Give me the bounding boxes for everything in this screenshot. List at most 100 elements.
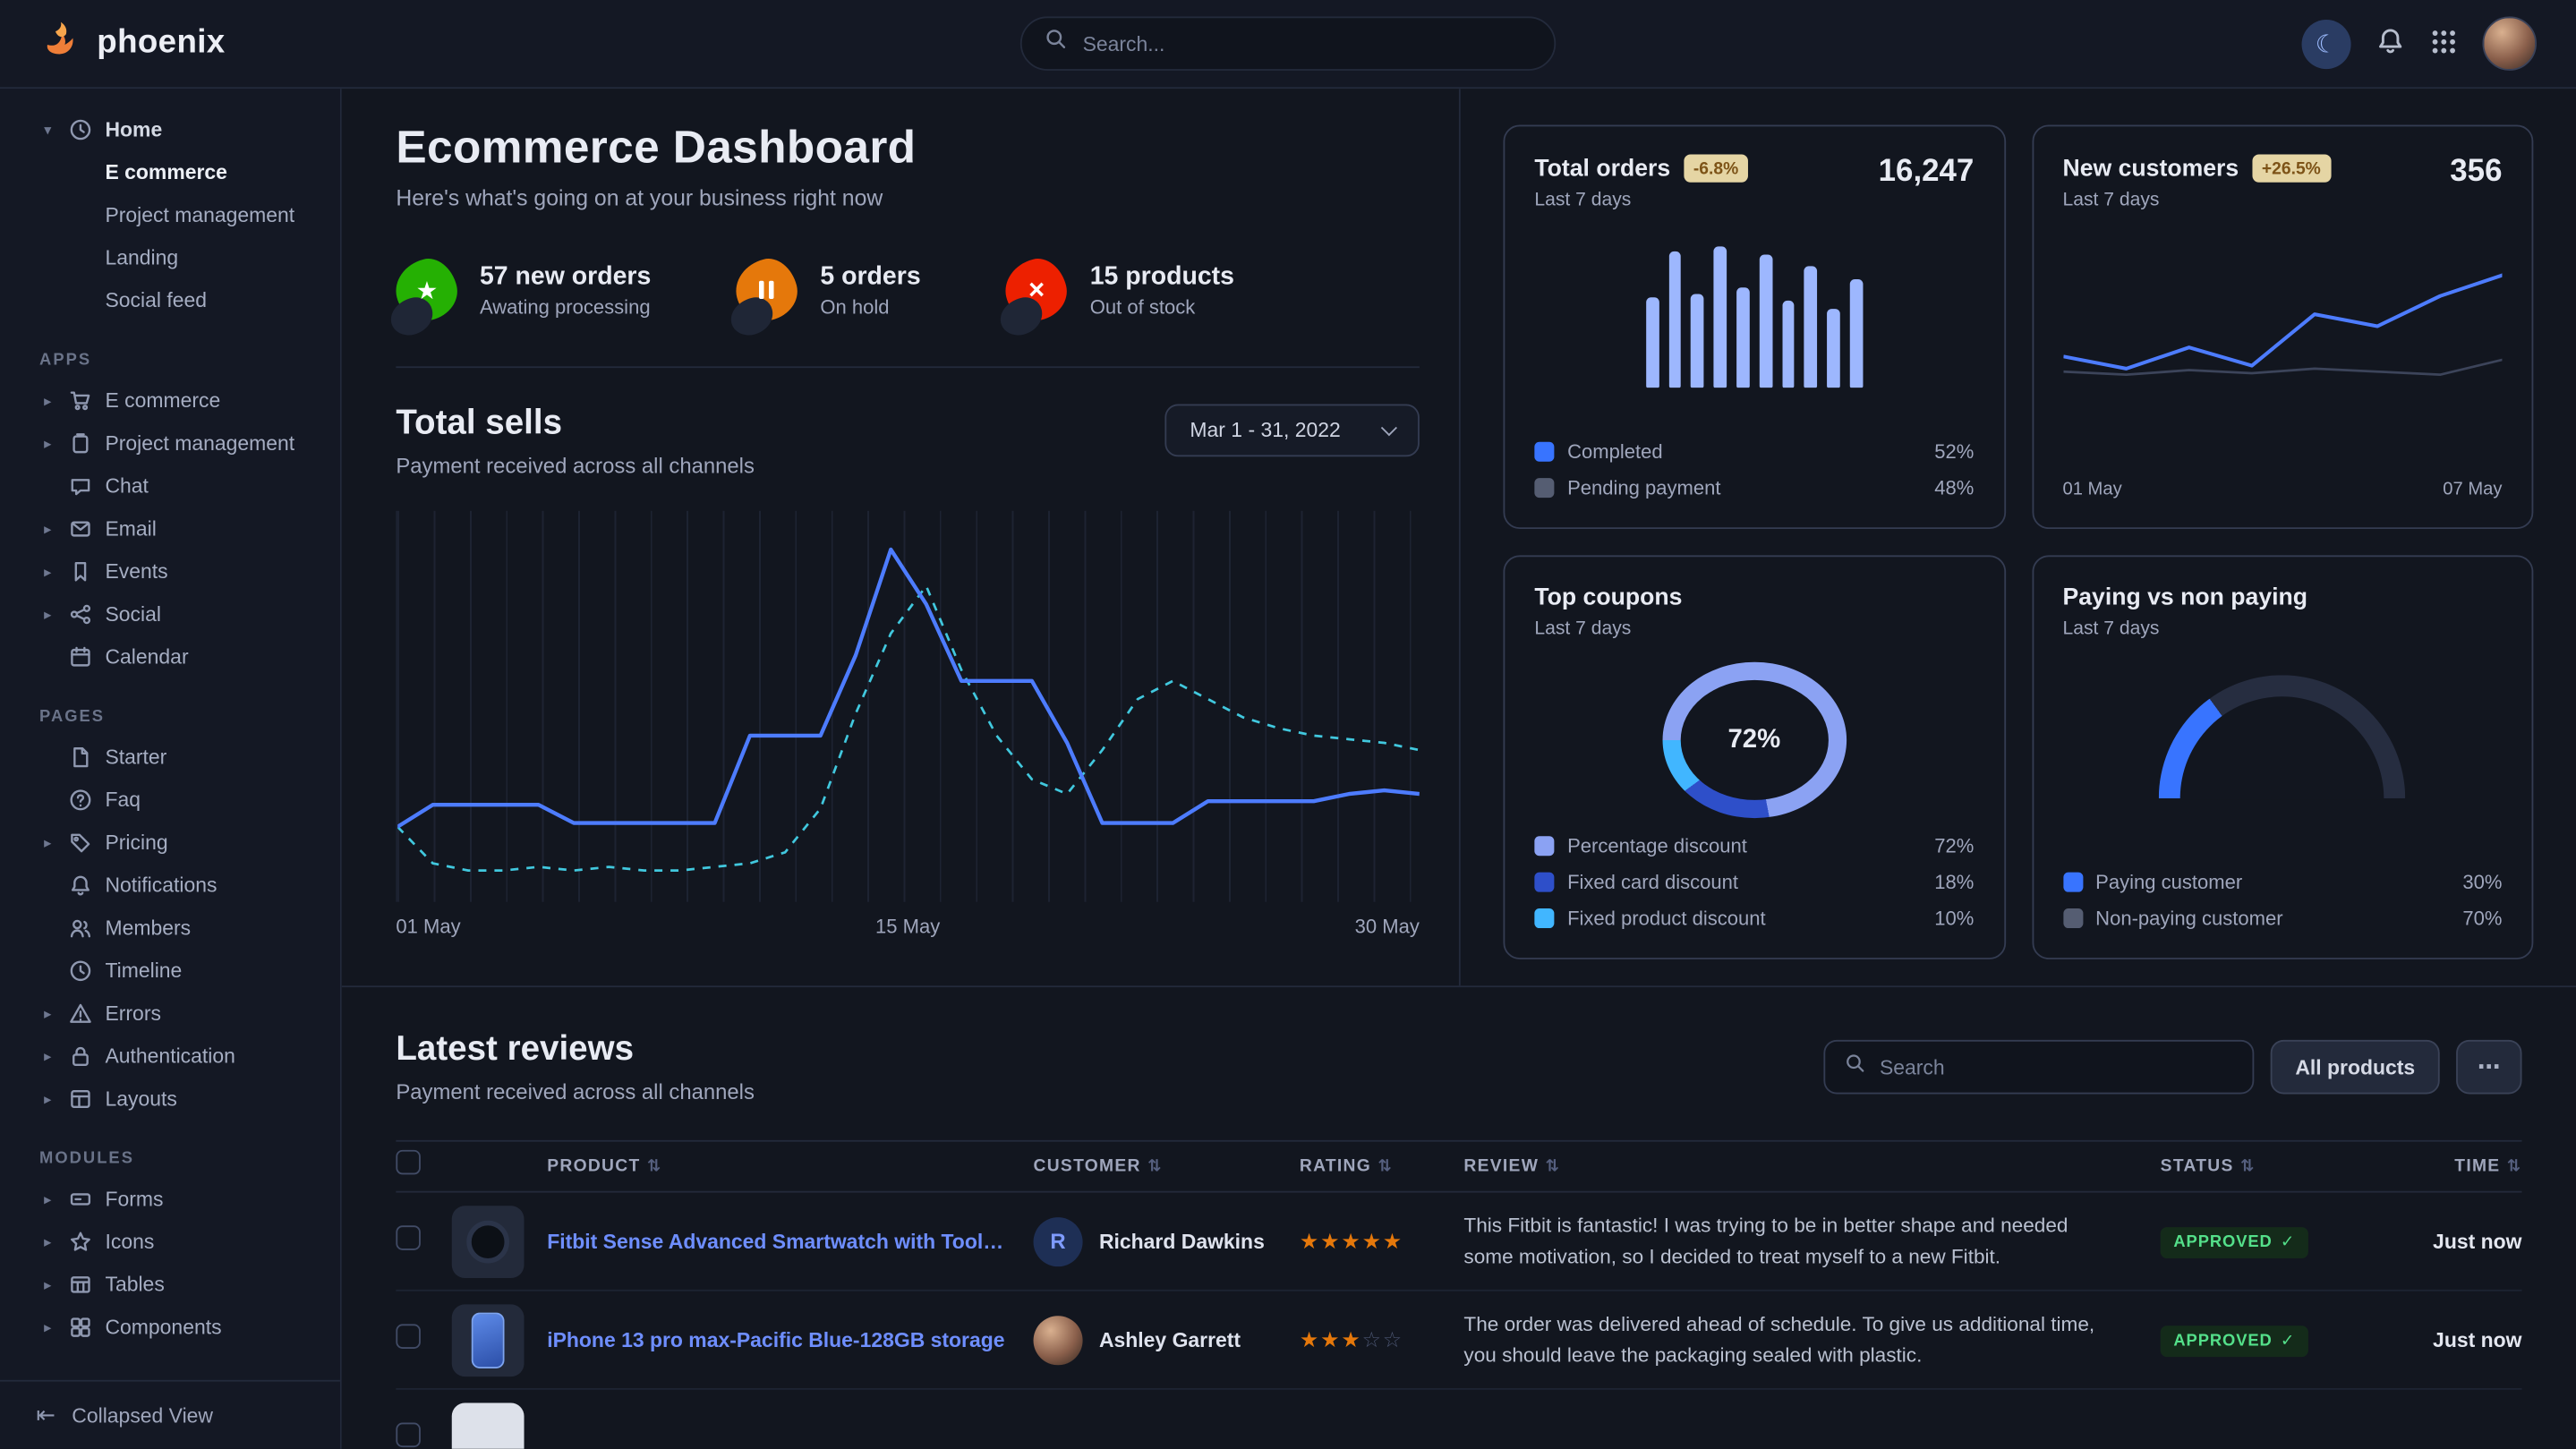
date-range-select[interactable]: Mar 1 - 31, 2022 [1165,405,1420,457]
sidebar-item-pricing[interactable]: ▸ Pricing [0,822,340,865]
apps-grid-icon [2430,27,2458,60]
page-title: Ecommerce Dashboard [396,122,1420,175]
user-avatar[interactable] [2482,16,2537,71]
star-filled-icon: ★ [1341,1228,1361,1253]
brand-logo[interactable]: phoenix [39,18,226,69]
global-search[interactable] [1020,16,1556,71]
search-input[interactable] [1083,32,1531,55]
users-icon [69,916,92,940]
sidebar-item-errors[interactable]: ▸ Errors [0,993,340,1036]
divider [396,366,1420,368]
reviews-search[interactable] [1824,1040,2255,1095]
column-header-rating[interactable]: RATING⇅ [1300,1156,1464,1176]
notifications-button[interactable] [2376,26,2405,61]
close-badge-icon: × [1000,253,1073,327]
row-checkbox[interactable] [396,1323,421,1348]
components-icon [69,1316,92,1339]
all-products-button[interactable]: All products [2271,1040,2440,1095]
sidebar-item-chat[interactable]: Chat [0,465,340,507]
share-icon [69,603,92,626]
sidebar-item-icons[interactable]: ▸ Icons [0,1221,340,1264]
column-header-product[interactable]: PRODUCT⇅ [547,1156,1033,1176]
sidebar-item-faq[interactable]: Faq [0,779,340,822]
table-row-partial [396,1390,2521,1449]
star-filled-icon: ★ [1341,1326,1361,1351]
form-input-icon [69,1188,92,1211]
sort-icon: ⇅ [2240,1157,2256,1175]
sidebar-item-authentication[interactable]: ▸ Authentication [0,1035,340,1078]
sidebar-section-pages: PAGES [0,678,340,736]
table-row: Fitbit Sense Advanced Smartwatch with To… [396,1193,2521,1291]
new-customers-badge: +26.5% [2252,155,2331,183]
caret-right-icon: ▸ [39,1275,55,1293]
sidebar-item-email[interactable]: ▸ Email [0,507,340,550]
star-filled-icon: ★ [1362,1228,1383,1253]
legend-percentage-discount: Percentage discount 72% [1534,834,1974,857]
sidebar-section-modules: MODULES [0,1121,340,1178]
stats-row: ★ 57 new orders Awating processing 5 ord… [396,260,1420,320]
sidebar-item-social-feed[interactable]: Social feed [0,279,340,322]
product-thumbnail-iphone[interactable] [452,1303,525,1376]
star-filled-icon: ★ [1383,1228,1403,1253]
column-header-time[interactable]: TIME⇅ [2384,1156,2521,1176]
sidebar-item-project-management[interactable]: ▸ Project management [0,422,340,465]
sidebar-item-social[interactable]: ▸ Social [0,593,340,636]
caret-down-icon: ▾ [39,121,55,139]
sidebar-item-members[interactable]: Members [0,907,340,950]
row-checkbox[interactable] [396,1422,421,1447]
dark-mode-toggle[interactable]: ☾ [2302,19,2351,68]
sidebar-item-forms[interactable]: ▸ Forms [0,1178,340,1221]
total-orders-value: 16,247 [1879,155,1975,191]
product-thumbnail-smartwatch[interactable] [452,1205,525,1277]
new-customers-x-axis: 01 May 07 May [2062,466,2502,499]
new-customers-chart-area [2062,253,2502,424]
sort-icon: ⇅ [1378,1157,1393,1175]
avatar: R [1034,1216,1083,1266]
sidebar-item-tables[interactable]: ▸ Tables [0,1263,340,1306]
caret-right-icon: ▸ [39,1090,55,1108]
sidebar-item-starter[interactable]: Starter [0,736,340,779]
sidebar-item-layouts[interactable]: ▸ Layouts [0,1078,340,1121]
column-header-status[interactable]: STATUS⇅ [2161,1156,2384,1176]
sidebar-item-ecommerce[interactable]: ▸ E commerce [0,379,340,422]
bell-icon [69,874,92,897]
reviews-search-input[interactable] [1880,1055,2233,1078]
sidebar-item-calendar[interactable]: Calendar [0,635,340,678]
total-sells-subtitle: Payment received across all channels [396,454,755,479]
sidebar-item-landing[interactable]: Landing [0,236,340,279]
column-header-customer[interactable]: CUSTOMER⇅ [1034,1156,1300,1176]
caret-right-icon: ▸ [39,563,55,581]
file-icon [69,746,92,769]
layout-icon [69,1087,92,1111]
total-orders-bars [1646,236,1863,388]
row-checkbox[interactable] [396,1224,421,1249]
sidebar-item-events[interactable]: ▸ Events [0,550,340,593]
caret-right-icon: ▸ [39,1004,55,1022]
more-options-button[interactable]: ⋯ [2456,1040,2521,1095]
paying-gauge [2159,675,2405,799]
sidebar-item-timeline[interactable]: Timeline [0,950,340,993]
star-outline-icon [69,1231,92,1254]
sidebar-item-label: Home [105,118,162,141]
status-badge: APPROVED✓ [2161,1226,2308,1257]
sidebar-item-home[interactable]: ▾ Home [0,108,340,151]
top-navbar: phoenix ☾ [0,0,2576,89]
sort-icon: ⇅ [1147,1157,1163,1175]
product-thumbnail[interactable] [452,1402,525,1449]
select-all-checkbox[interactable] [396,1150,421,1175]
column-header-review[interactable]: REVIEW⇅ [1463,1156,2160,1176]
sidebar-item-components[interactable]: ▸ Components [0,1306,340,1349]
star-filled-icon: ★ [1320,1228,1341,1253]
collapsed-view-toggle[interactable]: ⇤ Collapsed View [0,1380,340,1449]
sidebar-item-project-management-dashboard[interactable]: Project management [0,194,340,237]
product-link[interactable]: iPhone 13 pro max-Pacific Blue-128GB sto… [547,1328,1033,1351]
apps-grid-button[interactable] [2430,27,2458,60]
stat-new-orders: ★ 57 new orders Awating processing [396,260,651,320]
table-icon [69,1274,92,1297]
sidebar: ▾ Home E commerce Project management Lan… [0,89,342,1449]
search-icon [1045,28,1068,59]
sidebar-item-ecommerce-dashboard[interactable]: E commerce [0,151,340,194]
sidebar-item-notifications[interactable]: Notifications [0,864,340,907]
time-cell: Just now [2384,1230,2521,1253]
product-link[interactable]: Fitbit Sense Advanced Smartwatch with To… [547,1230,1033,1253]
